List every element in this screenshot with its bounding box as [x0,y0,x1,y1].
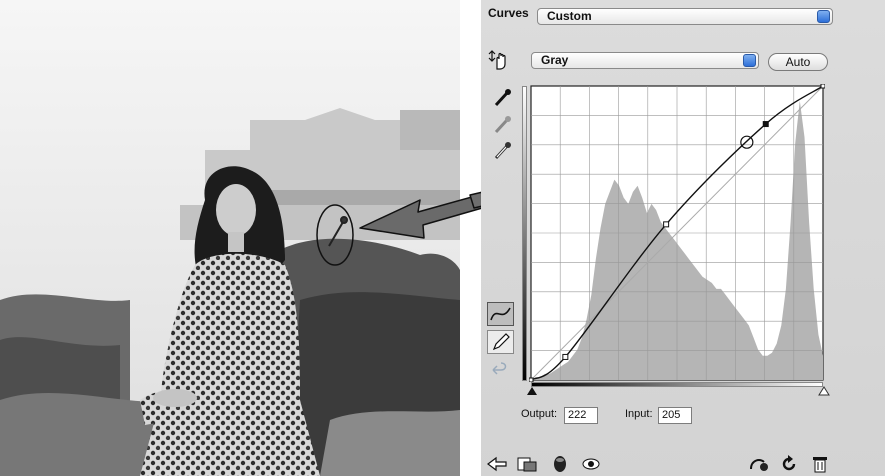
pencil-tool-button[interactable] [487,330,514,354]
output-label: Output: [521,408,558,420]
curve-tool-icon [490,307,511,321]
trash-icon[interactable] [812,455,828,473]
control-point [562,353,569,360]
clip-to-layer-icon[interactable] [486,456,508,472]
curve-graph[interactable] [529,84,825,382]
white-point-slider-icon[interactable] [818,386,830,396]
gray-eyedropper-icon[interactable] [491,115,513,137]
input-gradient-ramp [531,382,823,387]
endpoint-white [820,84,825,89]
pencil-tool-icon [492,333,510,351]
dropdown-stepper-icon [743,54,756,67]
preset-dropdown[interactable]: Custom [537,8,833,25]
dropdown-stepper-icon [817,10,830,23]
preset-label: Curves [488,6,529,20]
output-field[interactable]: 222 [564,407,598,424]
input-field[interactable]: 205 [658,407,692,424]
input-label: Input: [625,408,653,420]
auto-button[interactable]: Auto [768,53,828,71]
channel-dropdown[interactable]: Gray [531,52,759,69]
view-previous-icon[interactable] [552,454,568,474]
control-point [663,221,670,228]
white-eyedropper-icon[interactable] [491,141,513,163]
curve-tool-button[interactable] [487,302,514,326]
hand-adjust-icon[interactable] [488,49,512,73]
layer-mask-icon[interactable] [516,455,538,473]
output-gradient-ramp [522,86,527,381]
channel-value: Gray [541,53,569,67]
black-point-slider-icon[interactable] [526,386,538,396]
photo-preview [0,0,460,476]
view-toggle-icon[interactable] [748,455,770,473]
black-eyedropper-icon[interactable] [491,88,513,110]
visibility-eye-icon[interactable] [582,456,600,472]
reset-icon[interactable] [780,455,798,473]
selected-control-point [762,121,769,128]
smooth-icon[interactable] [489,360,513,380]
preset-value: Custom [547,9,592,23]
